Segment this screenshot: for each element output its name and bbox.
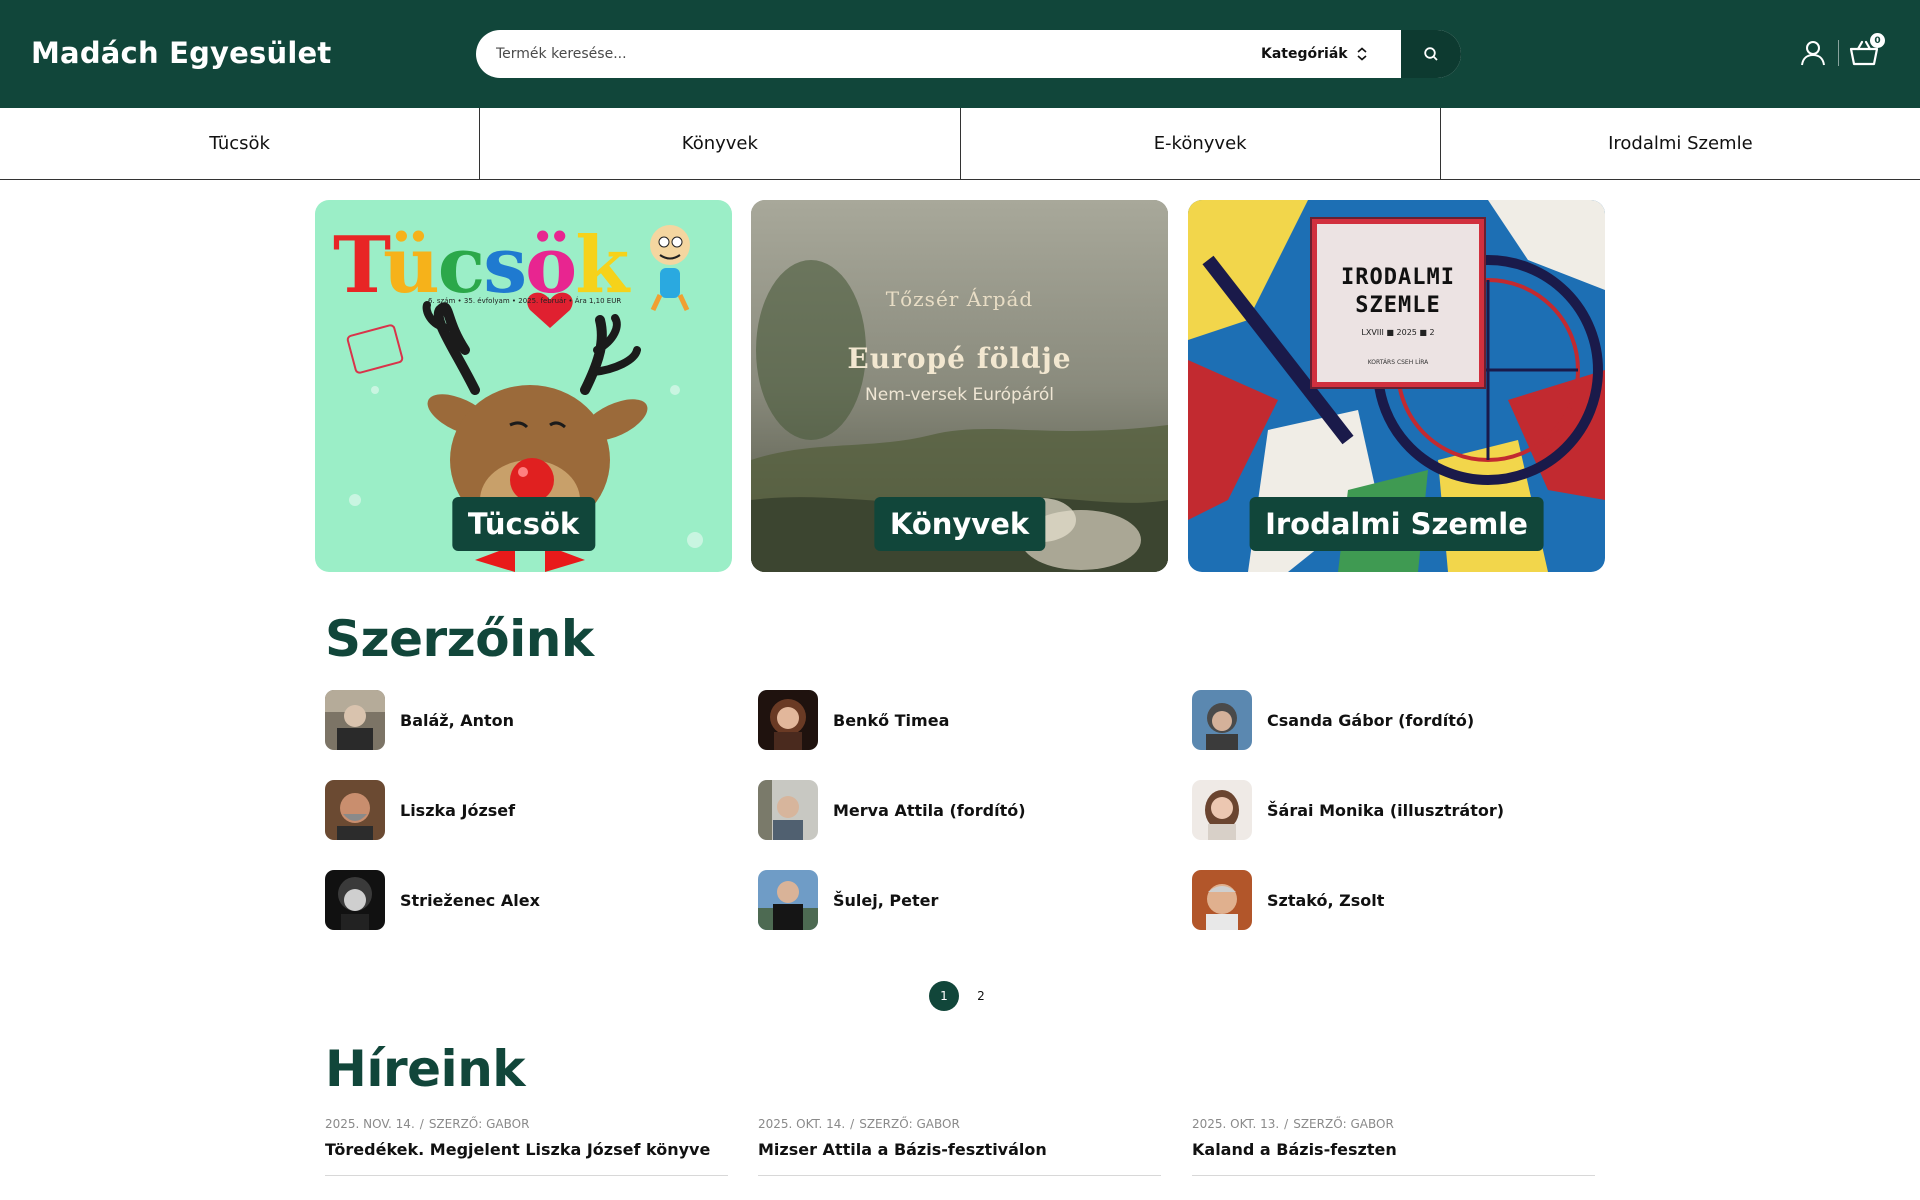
search-button[interactable] [1401, 30, 1461, 78]
category-card-label: Tücsök [451, 497, 596, 551]
author-item[interactable]: Liszka József [325, 780, 515, 840]
chevron-up-down-icon [1357, 47, 1367, 61]
author-item[interactable]: Benkő Timea [758, 690, 949, 750]
author-name: Baláž, Anton [400, 710, 515, 730]
news-item: 2025. NOV. 14. / SZERZŐ: GABOR Töredékek. … [325, 1117, 728, 1176]
author-avatar [325, 780, 385, 840]
author-avatar [1192, 870, 1252, 930]
authors-pagination: 1 2 [929, 981, 996, 1011]
header-actions: 0 [1796, 33, 1885, 70]
site-logo[interactable]: Madách Egyesület [31, 36, 331, 70]
news-meta: 2025. OKT. 13. / SZERZŐ: GABOR [1192, 1117, 1595, 1131]
author-avatar [758, 780, 818, 840]
search-icon [1424, 47, 1438, 61]
category-card-label: Irodalmi Szemle [1249, 497, 1544, 551]
news-item: 2025. OKT. 14. / SZERZŐ: GABOR Mizser Atti… [758, 1117, 1161, 1176]
cover-publisher: KORTÁRS CSEH LÍRA [1367, 359, 1429, 366]
news-divider [325, 1175, 728, 1176]
news-author[interactable]: SZERZŐ: GABOR [429, 1117, 530, 1131]
page-2-button[interactable]: 2 [966, 981, 996, 1011]
news-author[interactable]: SZERZŐ: GABOR [859, 1117, 960, 1131]
authors-section-title: Szerzőink [325, 610, 594, 668]
news-title-link[interactable]: Mizser Attila a Bázis-fesztiválon [758, 1140, 1161, 1159]
news-meta-separator: / [1284, 1117, 1289, 1131]
author-name: Šárai Monika (illusztrátor) [1267, 800, 1505, 820]
news-title-link[interactable]: Töredékek. Megjelent Liszka József könyv… [325, 1140, 728, 1159]
cart-button[interactable]: 0 [1847, 33, 1885, 70]
site-header: Madách Egyesület Kategóriák [0, 0, 1920, 108]
news-author[interactable]: SZERZŐ: GABOR [1293, 1117, 1394, 1131]
konyvek-cover-author: Tőzsér Árpád [885, 287, 1034, 311]
nav-item-irodalmi-szemle[interactable]: Irodalmi Szemle [1441, 108, 1920, 179]
konyvek-cover-subtitle: Nem-versek Európáról [865, 385, 1054, 405]
category-card-konyvek[interactable]: Tőzsér Árpád Europé földje Nem-versek Eu… [751, 200, 1168, 572]
author-avatar [325, 690, 385, 750]
nav-item-konyvek[interactable]: Könyvek [480, 108, 961, 179]
news-meta-separator: / [419, 1117, 424, 1131]
news-date: 2025. OKT. 14. [758, 1117, 846, 1131]
news-meta: 2025. OKT. 14. / SZERZŐ: GABOR [758, 1117, 1161, 1131]
category-card-irodalmi-szemle[interactable]: IRODALMI SZEMLE LXVIII ■ 2025 ■ 2 KORTÁR… [1188, 200, 1605, 572]
category-card-tucsok[interactable]: Tücsök 6. szám • 35. évfolyam • 2025. fe… [315, 200, 732, 572]
cover-title: IRODALMI SZEMLE [1341, 265, 1455, 318]
author-avatar [758, 690, 818, 750]
news-title-link[interactable]: Kaland a Bázis-feszten [1192, 1140, 1595, 1159]
category-card-label: Könyvek [873, 497, 1046, 551]
author-avatar [1192, 690, 1252, 750]
header-divider [1838, 40, 1839, 66]
author-name: Strieženec Alex [400, 890, 540, 910]
author-name: Šulej, Peter [833, 890, 939, 910]
irodalmi-szemle-magazine-cover: IRODALMI SZEMLE LXVIII ■ 2025 ■ 2 KORTÁR… [1312, 219, 1484, 387]
account-button[interactable] [1796, 36, 1830, 70]
author-item[interactable]: Csanda Gábor (fordító) [1192, 690, 1474, 750]
author-name: Merva Attila (fordító) [833, 800, 1026, 820]
news-item: 2025. OKT. 13. / SZERZŐ: GABOR Kaland a Bá… [1192, 1117, 1595, 1176]
news-divider [758, 1175, 1161, 1176]
user-icon [1801, 41, 1825, 66]
news-date: 2025. OKT. 13. [1192, 1117, 1280, 1131]
author-name: Sztakó, Zsolt [1267, 890, 1385, 910]
author-item[interactable]: Šárai Monika (illusztrátor) [1192, 780, 1504, 840]
konyvek-cover-title: Europé földje [847, 342, 1072, 375]
author-name: Csanda Gábor (fordító) [1267, 710, 1475, 730]
author-item[interactable]: Šulej, Peter [758, 870, 938, 930]
news-divider [1192, 1175, 1595, 1176]
news-date: 2025. NOV. 14. [325, 1117, 415, 1131]
author-item[interactable]: Strieženec Alex [325, 870, 540, 930]
author-avatar [1192, 780, 1252, 840]
tucsok-issue-info: 6. szám • 35. évfolyam • 2025. február •… [428, 297, 622, 305]
author-item[interactable]: Baláž, Anton [325, 690, 514, 750]
category-select-label: Kategóriák [1261, 46, 1348, 62]
author-avatar [325, 870, 385, 930]
main-nav: Tücsök Könyvek E-könyvek Irodalmi Szemle [0, 108, 1920, 180]
search-bar: Kategóriák [476, 30, 1461, 78]
cover-issue: LXVIII ■ 2025 ■ 2 [1361, 328, 1435, 337]
category-select[interactable]: Kategóriák [1261, 30, 1381, 78]
news-section-title: Híreink [325, 1040, 526, 1098]
category-cards: Tücsök 6. szám • 35. évfolyam • 2025. fe… [315, 200, 1605, 572]
news-meta-separator: / [850, 1117, 855, 1131]
author-name: Benkő Timea [833, 710, 950, 730]
search-input[interactable] [496, 30, 1256, 78]
page-1-button[interactable]: 1 [929, 981, 959, 1011]
author-name: Liszka József [400, 800, 516, 820]
author-avatar [758, 870, 818, 930]
news-meta: 2025. NOV. 14. / SZERZŐ: GABOR [325, 1117, 728, 1131]
author-item[interactable]: Sztakó, Zsolt [1192, 870, 1384, 930]
cart-count-badge: 0 [1870, 33, 1885, 48]
author-item[interactable]: Merva Attila (fordító) [758, 780, 1026, 840]
nav-item-e-konyvek[interactable]: E-könyvek [961, 108, 1441, 179]
nav-item-tucsok[interactable]: Tücsök [0, 108, 481, 179]
